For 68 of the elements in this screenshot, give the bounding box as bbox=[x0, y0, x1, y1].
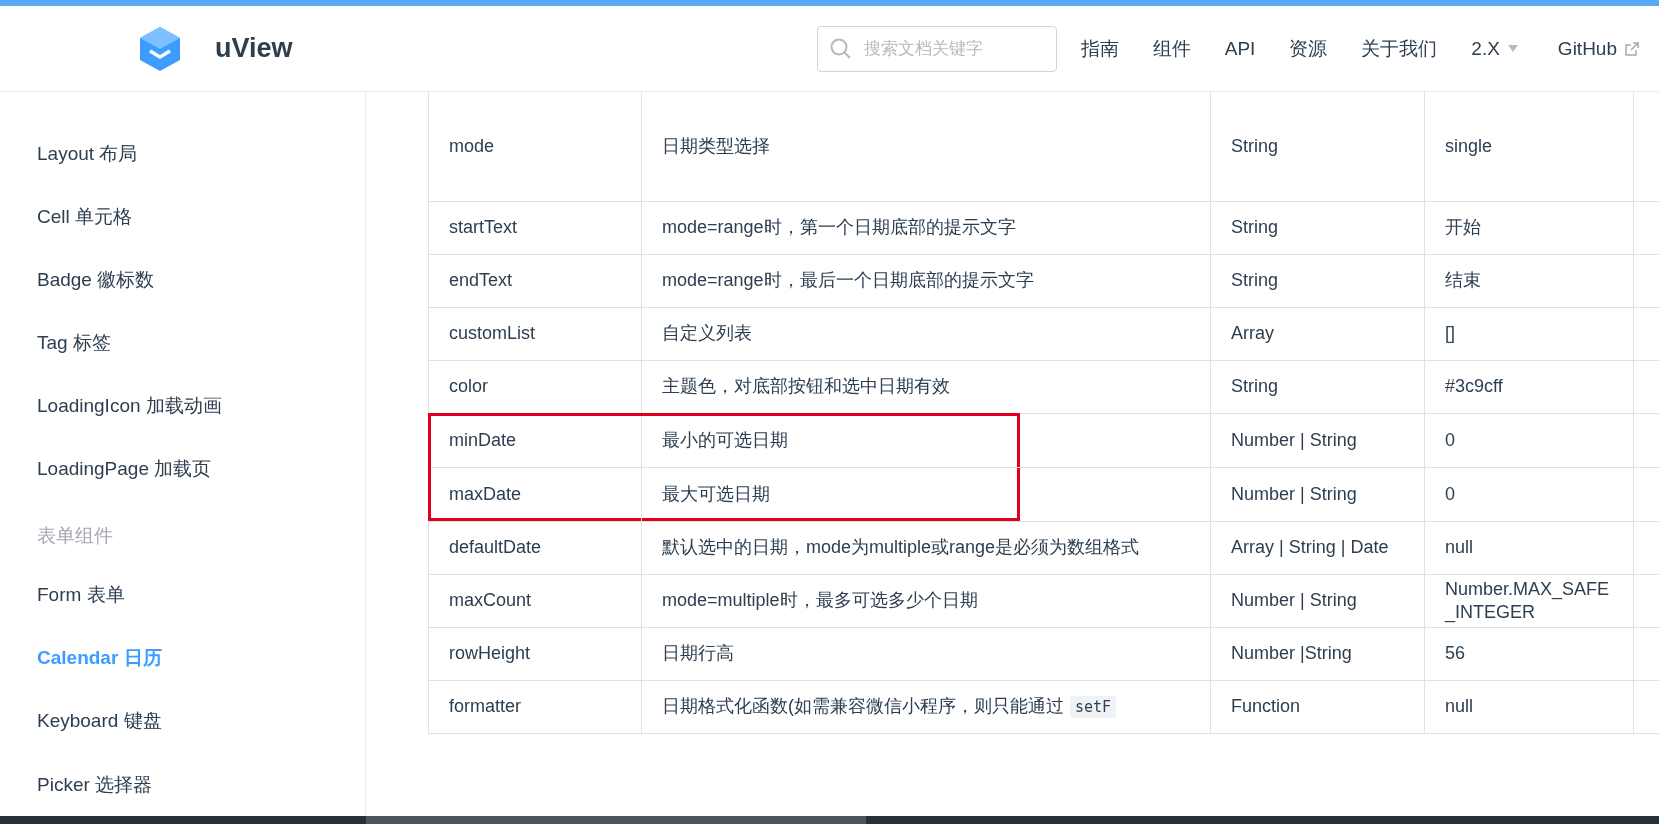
table-cell: 最大可选日期 bbox=[642, 468, 1211, 522]
table-cell: Function bbox=[1211, 681, 1425, 734]
table-cell: 默认选中的日期，mode为multiple或range是必须为数组格式 bbox=[642, 522, 1211, 575]
table-cell: single bbox=[1425, 92, 1634, 202]
brand-name: uView bbox=[215, 33, 293, 64]
table-cell: String bbox=[1211, 92, 1425, 202]
sidebar-item[interactable]: Cell 单元格 bbox=[0, 185, 365, 249]
table-cell: mode=range时，第一个日期底部的提示文字 bbox=[642, 202, 1211, 255]
table-cell: formatter bbox=[429, 681, 642, 734]
table-cell: maxCount bbox=[429, 575, 642, 628]
search-icon bbox=[829, 37, 852, 60]
table-cell: rowHeight bbox=[429, 628, 642, 681]
table-cell: String bbox=[1211, 255, 1425, 308]
table-cell: 日期格式化函数(如需兼容微信小程序，则只能通过 setF bbox=[642, 681, 1211, 734]
nav-link[interactable]: 关于我们 bbox=[1361, 35, 1438, 62]
table-cell: Array bbox=[1211, 308, 1425, 361]
table-cell: 日期行高 bbox=[642, 628, 1211, 681]
external-link-icon bbox=[1625, 41, 1639, 56]
table-cell: customList bbox=[429, 308, 642, 361]
table-cell: Number | String bbox=[1211, 414, 1425, 468]
search-field[interactable]: 搜索文档关键字 bbox=[816, 25, 1057, 72]
table-cell: 0 bbox=[1425, 414, 1634, 468]
caret-icon bbox=[1507, 45, 1518, 52]
table-cell: String bbox=[1211, 361, 1425, 414]
table-cell: Number |String bbox=[1211, 628, 1425, 681]
table-cell: mode bbox=[429, 92, 642, 202]
table-cell: 日期类型选择 bbox=[642, 92, 1211, 202]
sidebar-item[interactable]: Tag 标签 bbox=[0, 311, 365, 375]
nav-link[interactable]: API bbox=[1224, 37, 1256, 60]
table-cell: 结束 bbox=[1425, 255, 1634, 308]
sidebar-item[interactable]: Badge 徽标数 bbox=[0, 248, 365, 312]
inline-code: setF bbox=[1070, 696, 1117, 719]
table-cell: 自定义列表 bbox=[642, 308, 1211, 361]
table-cell: color bbox=[429, 361, 642, 414]
table-cell: 0 bbox=[1425, 468, 1634, 522]
sidebar-item[interactable]: LoadingPage 加载页 bbox=[0, 437, 365, 501]
nav-link[interactable]: 组件 bbox=[1152, 35, 1191, 62]
nav-link[interactable]: 资源 bbox=[1289, 35, 1328, 62]
sidebar-item[interactable]: Form 表单 bbox=[0, 563, 365, 627]
table-cell: [] bbox=[1425, 308, 1634, 361]
sidebar-item[interactable]: LoadingIcon 加载动画 bbox=[0, 374, 365, 438]
table-cell: null bbox=[1425, 522, 1634, 575]
table-cell: minDate bbox=[429, 414, 642, 468]
table-cell: Number.MAX_SAFE_INTEGER bbox=[1425, 575, 1634, 628]
table-cell: 最小的可选日期 bbox=[642, 414, 1211, 468]
sidebar-group-title: 表单组件 bbox=[36, 524, 114, 549]
table-cell: mode=multiple时，最多可选多少个日期 bbox=[642, 575, 1211, 628]
sidebar-item[interactable]: Keyboard 键盘 bbox=[0, 689, 365, 753]
table-cell: Number | String bbox=[1211, 575, 1425, 628]
table-cell: 主题色，对底部按钮和选中日期有效 bbox=[642, 361, 1211, 414]
sidebar-item[interactable]: Layout 布局 bbox=[0, 122, 365, 186]
table-cell: mode=range时，最后一个日期底部的提示文字 bbox=[642, 255, 1211, 308]
table-cell: Number | String bbox=[1211, 468, 1425, 522]
table-cell: null bbox=[1425, 681, 1634, 734]
table-cell: String bbox=[1211, 202, 1425, 255]
nav-link[interactable]: 2.X bbox=[1471, 37, 1518, 60]
table-cell: startText bbox=[429, 202, 642, 255]
table-cell: #3c9cff bbox=[1425, 361, 1634, 414]
nav-link[interactable]: 指南 bbox=[1080, 35, 1119, 62]
table-cell: 开始 bbox=[1425, 202, 1634, 255]
sidebar-item[interactable]: Picker 选择器 bbox=[0, 753, 365, 817]
table-cell: Array | String | Date bbox=[1211, 522, 1425, 575]
nav-link[interactable]: GitHub bbox=[1557, 37, 1639, 60]
scrollbar[interactable] bbox=[0, 816, 1659, 824]
table-cell: endText bbox=[429, 255, 642, 308]
table-cell: maxDate bbox=[429, 468, 642, 522]
table-cell: 56 bbox=[1425, 628, 1634, 681]
table-cell: defaultDate bbox=[429, 522, 642, 575]
